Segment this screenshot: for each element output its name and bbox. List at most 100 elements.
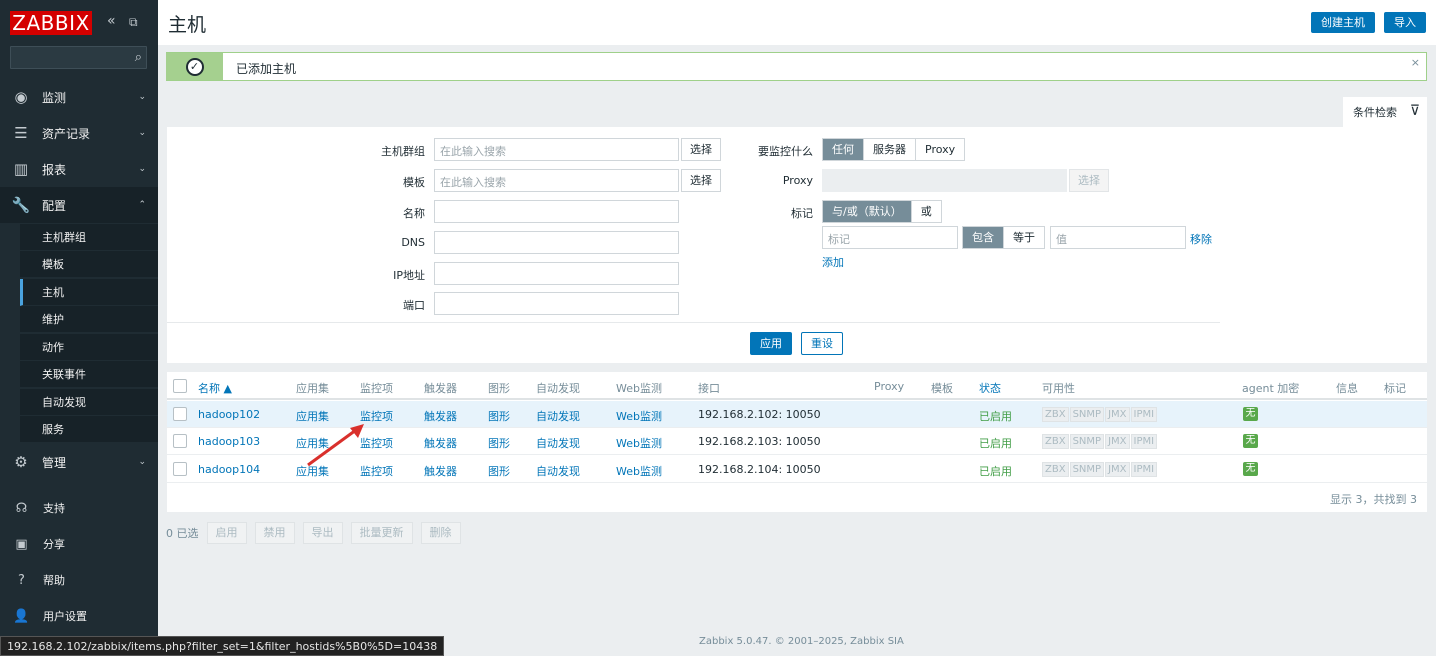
cog-icon: ⚙ (14, 453, 28, 471)
share-label: 分享 (43, 538, 65, 551)
dns-input[interactable] (434, 231, 679, 254)
search-icon[interactable]: ⌕ (135, 50, 142, 65)
jmx-badge: JMX (1105, 434, 1130, 449)
kiosk-mode-icon[interactable]: ⧉ (129, 15, 138, 30)
monitored-by-label: 要监控什么 (758, 145, 813, 158)
host-groups-select-button[interactable]: 选择 (681, 138, 721, 161)
remove-tag-link[interactable]: 移除 (1190, 231, 1212, 247)
submenu-services[interactable]: 服务 (20, 416, 158, 443)
select-all-checkbox[interactable] (173, 379, 187, 393)
menu-monitoring[interactable]: ◉ 监测 ⌄ (0, 79, 158, 115)
templates-input[interactable]: 在此输入搜索 (434, 169, 679, 192)
menu-configuration[interactable]: 🔧 配置 ⌃ (0, 187, 158, 223)
import-button[interactable]: 导入 (1384, 12, 1426, 33)
tag-name-input[interactable]: 标记 (822, 226, 958, 249)
tags-mode-or[interactable]: 或 (912, 201, 941, 222)
triggers-link[interactable]: 触发器 (424, 435, 457, 451)
submenu-correlation[interactable]: 关联事件 (20, 361, 158, 388)
export-button: 导出 (302, 522, 343, 544)
add-tag-link[interactable]: 添加 (822, 254, 844, 270)
snmp-badge: SNMP (1069, 434, 1105, 449)
jmx-badge: JMX (1105, 407, 1130, 422)
close-icon[interactable]: × (1411, 56, 1420, 69)
monitored-by-proxy[interactable]: Proxy (916, 139, 964, 160)
templates-label: 模板 (403, 176, 425, 189)
row-checkbox[interactable] (173, 462, 187, 476)
col-status[interactable]: 状态 (979, 380, 1001, 396)
collapse-sidebar-icon[interactable]: « (107, 13, 116, 29)
graphs-link[interactable]: 图形 (488, 408, 510, 424)
help-link[interactable]: ? 帮助 (0, 563, 158, 597)
tag-value-input[interactable]: 值 (1050, 226, 1186, 249)
name-label: 名称 (403, 207, 425, 220)
snmp-badge: SNMP (1069, 407, 1105, 422)
web-link[interactable]: Web监测 (616, 408, 662, 424)
user-settings-link[interactable]: 👤 用户设置 (0, 599, 158, 633)
discovery-link[interactable]: 自动发现 (536, 408, 580, 424)
col-tags: 标记 (1384, 382, 1406, 395)
col-name[interactable]: 名称 ▲ (198, 380, 232, 396)
success-message-text: 已添加主机 (236, 62, 297, 76)
mass-update-button: 批量更新 (350, 522, 413, 544)
graphs-link[interactable]: 图形 (488, 463, 510, 479)
encryption-badge: 无 (1243, 434, 1258, 448)
sidebar: ZABBIX « ⧉ ⌕ ◉ 监测 ⌄ ☰ 资产记录 ⌄ ▥ 报表 ⌄ 🔧 配置 ⌃ 主机群组 … (0, 0, 158, 656)
menu-reports[interactable]: ▥ 报表 ⌄ (0, 151, 158, 187)
triggers-link[interactable]: 触发器 (424, 408, 457, 424)
tags-mode-and-or[interactable]: 与/或（默认） (823, 201, 912, 222)
user-icon: 👤 (13, 608, 30, 624)
port-input[interactable] (434, 292, 679, 315)
apply-button[interactable]: 应用 (750, 332, 792, 355)
search-input[interactable]: ⌕ (10, 46, 147, 69)
chevron-down-icon: ⌄ (138, 92, 146, 102)
share-link[interactable]: ▣ 分享 (0, 527, 158, 561)
zabbix-logo[interactable]: ZABBIX (10, 11, 92, 35)
wrench-icon: 🔧 (11, 196, 31, 214)
submenu-templates[interactable]: 模板 (20, 251, 158, 278)
triggers-link[interactable]: 触发器 (424, 463, 457, 479)
browser-status-url: 192.168.2.102/zabbix/items.php?filter_se… (0, 636, 445, 656)
eye-icon: ◉ (14, 88, 28, 106)
table-summary: 显示 3，共找到 3 (1330, 493, 1417, 506)
status-link[interactable]: 已启用 (979, 408, 1012, 424)
disable-button: 禁用 (254, 522, 295, 544)
status-link[interactable]: 已启用 (979, 435, 1012, 451)
graphs-link[interactable]: 图形 (488, 435, 510, 451)
menu-label: 管理 (42, 455, 67, 470)
zbx-badge: ZBX (1042, 407, 1069, 422)
host-groups-input[interactable]: 在此输入搜索 (434, 138, 679, 161)
submenu-host-groups[interactable]: 主机群组 (20, 224, 158, 251)
jmx-badge: JMX (1105, 462, 1130, 477)
discovery-link[interactable]: 自动发现 (536, 435, 580, 451)
snmp-badge: SNMP (1069, 462, 1105, 477)
monitored-by-any[interactable]: 任何 (823, 139, 864, 160)
submenu-maintenance[interactable]: 维护 (20, 306, 158, 333)
templates-select-button[interactable]: 选择 (681, 169, 721, 192)
tag-op-contains[interactable]: 包含 (963, 227, 1004, 248)
menu-inventory[interactable]: ☰ 资产记录 ⌄ (0, 115, 158, 151)
enable-button: 启用 (206, 522, 247, 544)
filter-tab[interactable]: 条件检索 ⊽ (1343, 97, 1427, 127)
row-checkbox[interactable] (173, 434, 187, 448)
tag-op-equals[interactable]: 等于 (1004, 227, 1044, 248)
submenu-hosts[interactable]: 主机 (20, 279, 158, 306)
ip-input[interactable] (434, 262, 679, 285)
discovery-link[interactable]: 自动发现 (536, 463, 580, 479)
menu-label: 资产记录 (42, 126, 91, 141)
web-link[interactable]: Web监测 (616, 463, 662, 479)
menu-administration[interactable]: ⚙ 管理 ⌄ (0, 444, 158, 480)
reset-button[interactable]: 重设 (801, 332, 843, 355)
submenu-discovery[interactable]: 自动发现 (20, 389, 158, 416)
submenu-actions[interactable]: 动作 (20, 334, 158, 361)
status-link[interactable]: 已启用 (979, 463, 1012, 479)
monitored-by-server[interactable]: 服务器 (864, 139, 916, 160)
host-name-link[interactable]: hadoop104 (198, 463, 260, 476)
host-name-link[interactable]: hadoop103 (198, 435, 260, 448)
host-name-link[interactable]: hadoop102 (198, 408, 260, 421)
support-link[interactable]: ☊ 支持 (0, 491, 158, 525)
proxy-input (822, 169, 1067, 192)
web-link[interactable]: Web监测 (616, 435, 662, 451)
create-host-button[interactable]: 创建主机 (1311, 12, 1375, 33)
row-checkbox[interactable] (173, 407, 187, 421)
name-input[interactable] (434, 200, 679, 223)
